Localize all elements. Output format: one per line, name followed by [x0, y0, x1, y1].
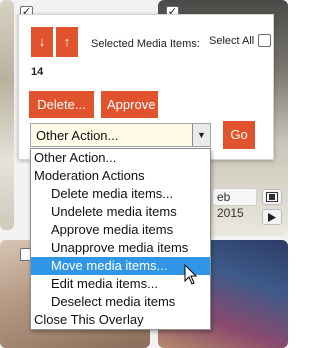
action-dropdown-list: Other Action... Moderation Actions Delet…: [30, 148, 211, 330]
media-date-label: eb 2015: [212, 188, 257, 220]
select-all-checkbox[interactable]: [258, 34, 271, 47]
move-up-button[interactable]: ↑: [56, 27, 78, 57]
move-down-button[interactable]: ↓: [31, 27, 53, 57]
dropdown-option[interactable]: Other Action...: [31, 149, 210, 167]
selected-count: 14: [31, 66, 44, 78]
dropdown-option[interactable]: Delete media items...: [31, 185, 210, 203]
selected-media-label: Selected Media Items:: [91, 38, 200, 50]
play-icon[interactable]: [262, 209, 282, 225]
mouse-cursor-icon: [184, 264, 198, 285]
media-thumbnail[interactable]: [0, 0, 14, 230]
dropdown-option[interactable]: Unapprove media items: [31, 239, 210, 257]
dropdown-option[interactable]: Deselect media items: [31, 293, 210, 311]
select-value: Other Action...: [36, 128, 119, 143]
chevron-down-icon[interactable]: ▼: [192, 124, 210, 146]
film-icon[interactable]: [262, 189, 282, 205]
go-button[interactable]: Go: [223, 121, 255, 149]
dropdown-option[interactable]: Undelete media items: [31, 203, 210, 221]
media-actions-overlay: ↓ ↑ Selected Media Items: Select All 14 …: [18, 14, 274, 160]
approve-button[interactable]: Approve: [101, 91, 158, 118]
dropdown-group-label: Moderation Actions: [34, 168, 145, 183]
select-all-label: Select All: [209, 35, 255, 47]
dropdown-option[interactable]: Approve media items: [31, 221, 210, 239]
delete-button[interactable]: Delete...: [29, 91, 94, 118]
other-action-select[interactable]: Other Action... ▼: [30, 123, 211, 147]
dropdown-option[interactable]: Close This Overlay: [31, 311, 210, 329]
